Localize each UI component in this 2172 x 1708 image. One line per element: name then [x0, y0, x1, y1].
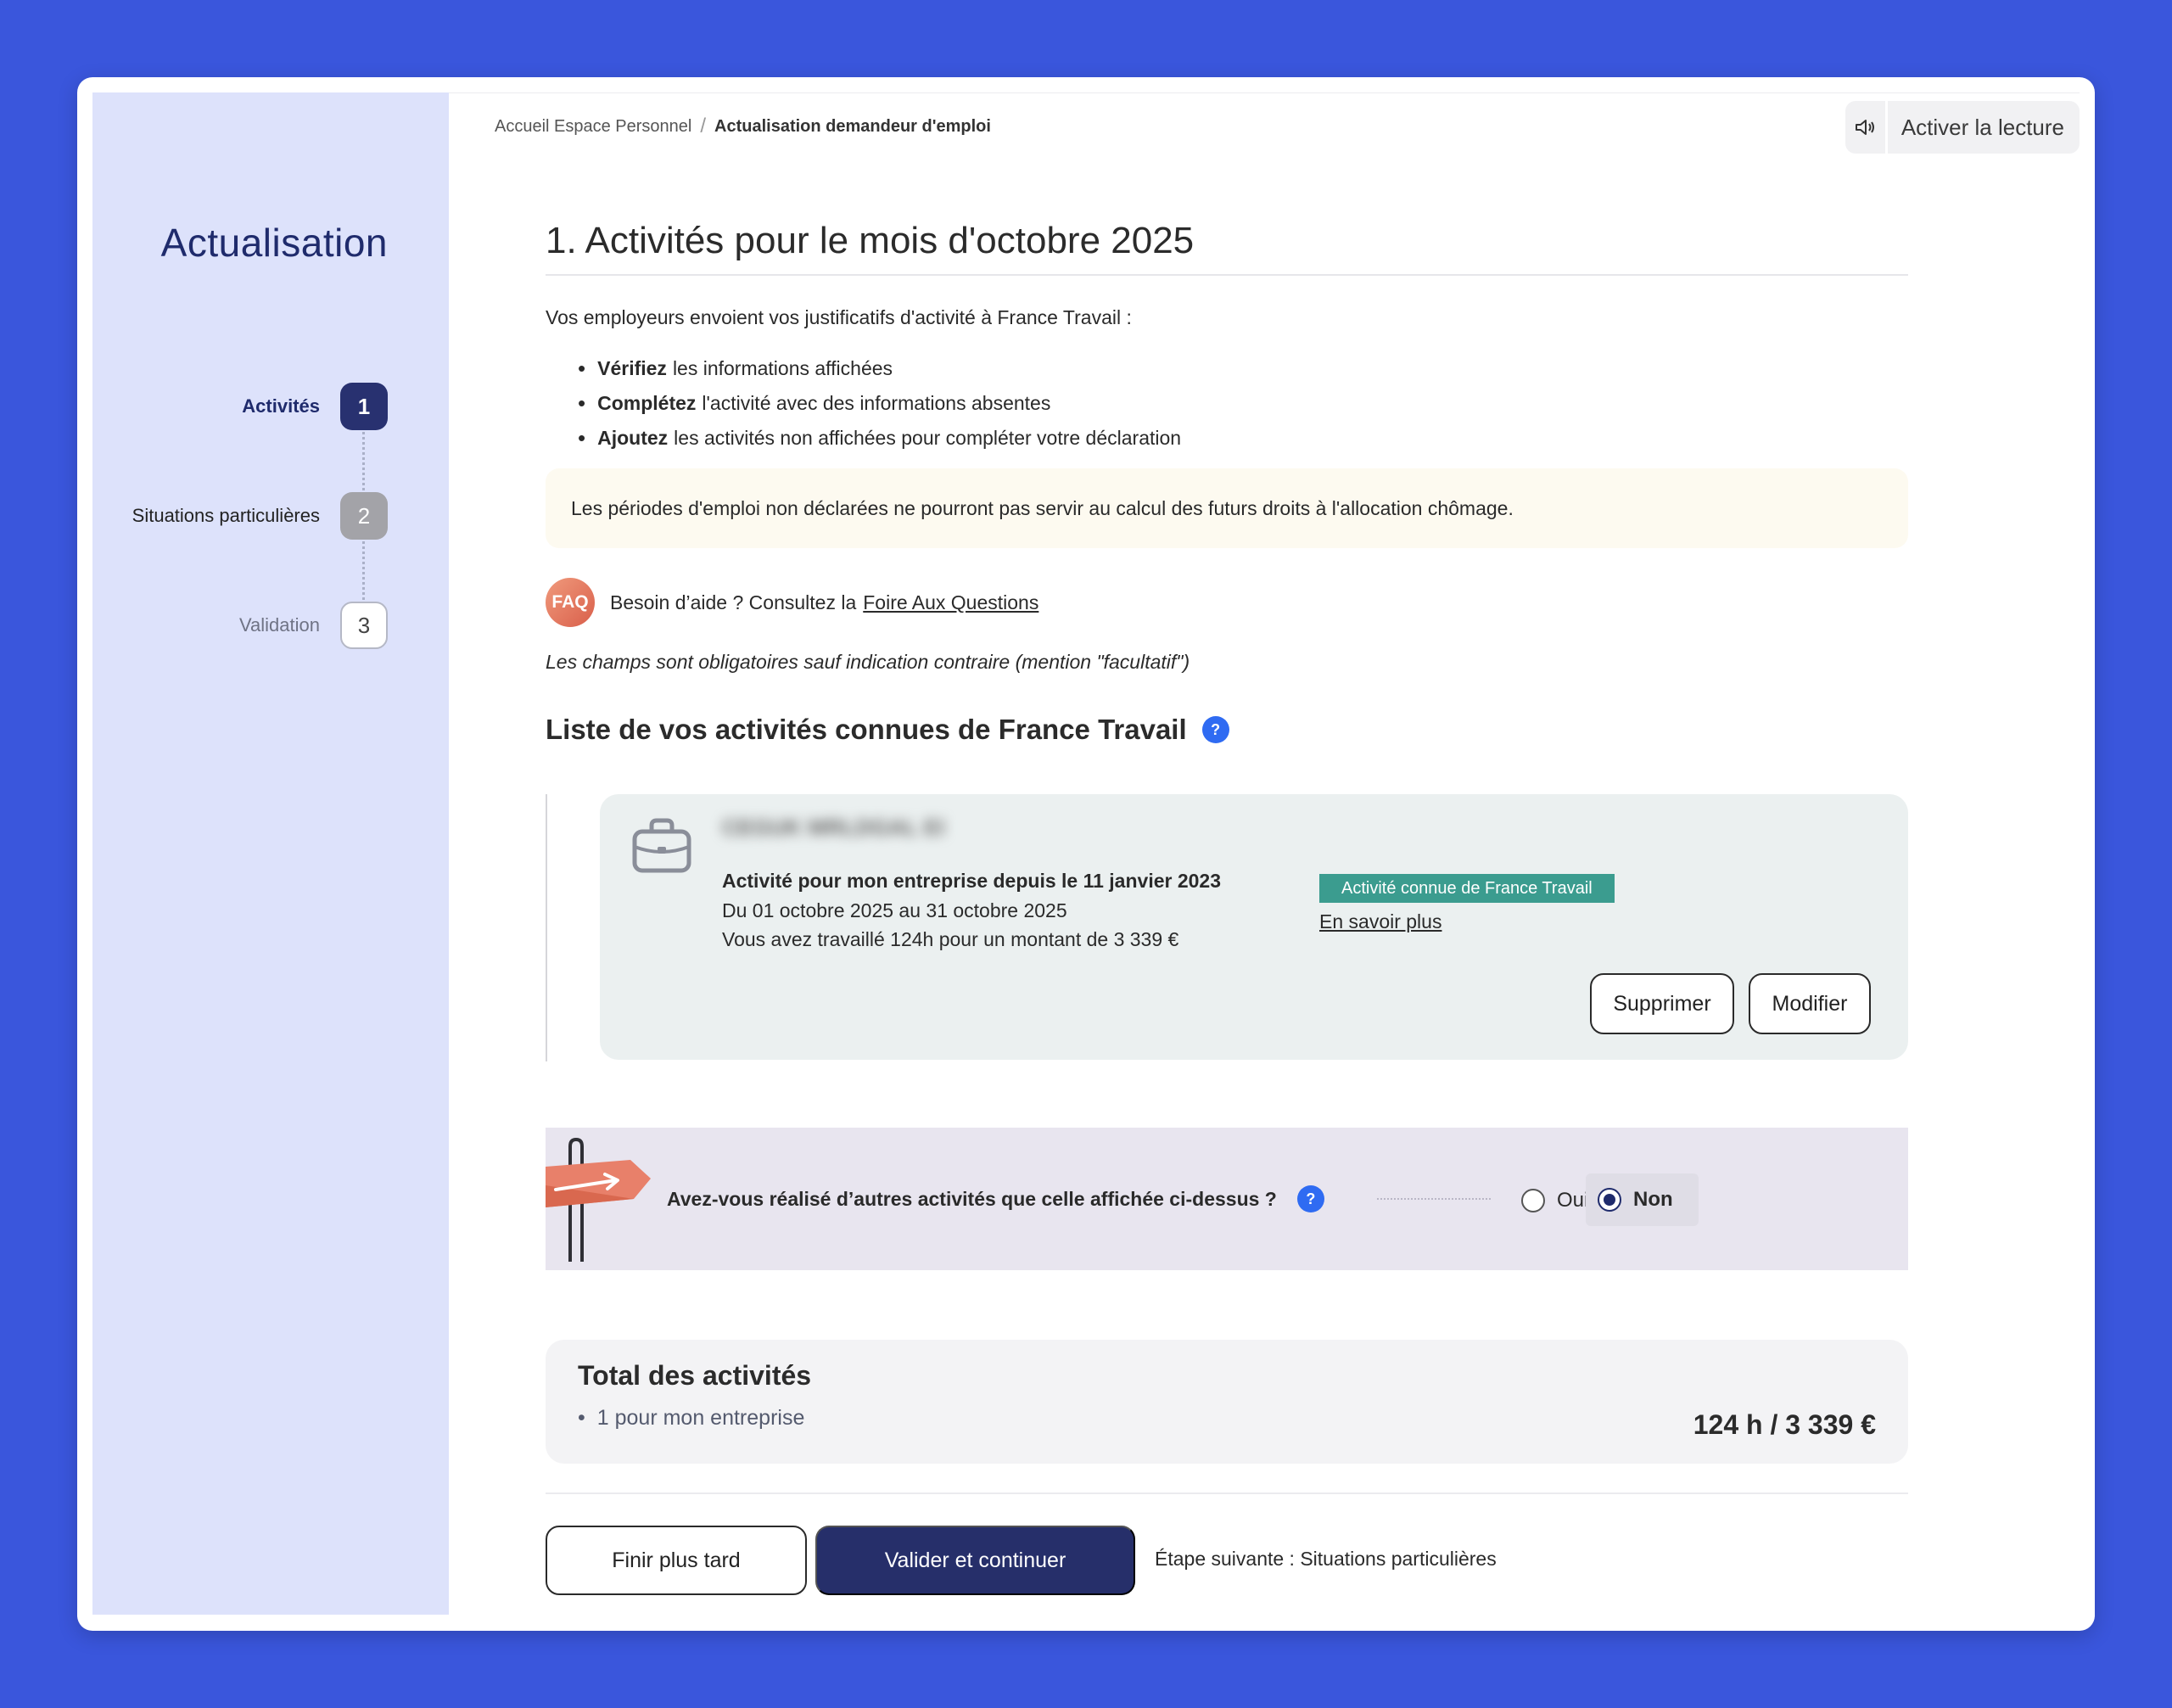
faq-link[interactable]: Foire Aux Questions	[863, 591, 1038, 614]
delete-button[interactable]: Supprimer	[1590, 973, 1734, 1034]
activity-title: Activité pour mon entreprise depuis le 1…	[722, 870, 1222, 892]
radio-button-selected[interactable]	[1598, 1188, 1621, 1212]
read-aloud-label: Activer la lecture	[1900, 114, 2064, 140]
signpost-icon	[546, 1136, 652, 1268]
app-window: Actualisation Activités 1 Situations par…	[77, 77, 2095, 1631]
list-item: Vérifiezles informations affichées	[578, 351, 1181, 386]
step-connector	[362, 541, 365, 600]
read-aloud-button[interactable]: Activer la lecture	[1845, 101, 2080, 154]
step-situations[interactable]: Situations particulières 2	[132, 492, 388, 540]
footer-divider	[546, 1492, 1908, 1494]
breadcrumb: Accueil Espace Personnel / Actualisation…	[495, 115, 991, 138]
breadcrumb-separator: /	[700, 115, 707, 137]
finish-later-button[interactable]: Finir plus tard	[546, 1526, 807, 1595]
total-value: 124 h / 3 339 €	[1693, 1409, 1876, 1440]
step-label: Activités	[242, 395, 320, 417]
step-label: Validation	[239, 614, 320, 636]
faq-text: Besoin d’aide ? Consultez la	[610, 591, 857, 613]
faq-help: FAQ Besoin d’aide ? Consultez la Foire A…	[546, 578, 1038, 627]
learn-more-link[interactable]: En savoir plus	[1319, 910, 1441, 933]
activity-amount: Vous avez travaillé 124h pour un montant…	[722, 928, 1179, 950]
faq-icon: FAQ	[546, 578, 595, 627]
intro-text: Vos employeurs envoient vos justificatif…	[546, 306, 1132, 328]
top-divider	[449, 92, 2080, 93]
speaker-icon	[1845, 101, 1888, 154]
employer-name: CEGUK MRLDGAL EI	[722, 815, 945, 840]
question-label: Avez-vous réalisé d’autres activités que…	[667, 1185, 1324, 1212]
warning-notice: Les périodes d'emploi non déclarées ne p…	[546, 468, 1908, 548]
status-badge: Activité connue de France Travail	[1319, 874, 1615, 903]
section-title-text: Liste de vos activités connues de France…	[546, 714, 1187, 745]
main-panel: Accueil Espace Personnel / Actualisation…	[449, 77, 2095, 1631]
step-label: Situations particulières	[132, 505, 320, 526]
step-activites[interactable]: Activités 1	[242, 383, 388, 430]
question-text: Avez-vous réalisé d’autres activités que…	[667, 1187, 1277, 1210]
sidebar-title: Actualisation	[160, 221, 388, 265]
activity-period: Du 01 octobre 2025 au 31 octobre 2025	[722, 899, 1067, 921]
breadcrumb-current: Actualisation demandeur d'emploi	[714, 116, 991, 136]
step-validation[interactable]: Validation 3	[239, 602, 388, 649]
step-connector	[362, 432, 365, 490]
activities-total: Total des activités 1 pour mon entrepris…	[546, 1340, 1908, 1464]
sidebar: Actualisation Activités 1 Situations par…	[92, 92, 449, 1615]
total-title: Total des activités	[578, 1360, 812, 1391]
instructions-list: Vérifiezles informations affichées Compl…	[578, 351, 1181, 456]
help-icon[interactable]: ?	[1201, 716, 1229, 743]
validate-continue-button[interactable]: Valider et continuer	[815, 1526, 1135, 1595]
edit-button[interactable]: Modifier	[1749, 973, 1871, 1034]
step-number: 3	[340, 602, 388, 649]
section-title: Liste de vos activités connues de France…	[546, 714, 1229, 746]
activity-card: CEGUK MRLDGAL EI Activité pour mon entre…	[600, 794, 1908, 1060]
briefcase-icon	[629, 813, 695, 883]
breadcrumb-home[interactable]: Accueil Espace Personnel	[495, 117, 691, 137]
radio-button[interactable]	[1521, 1189, 1545, 1212]
total-item: 1 pour mon entreprise	[578, 1406, 805, 1431]
list-item: Ajoutezles activités non affichées pour …	[578, 421, 1181, 456]
radio-oui[interactable]: Oui	[1521, 1179, 1588, 1223]
list-item: Complétezl'activité avec des information…	[578, 386, 1181, 421]
step-number: 2	[340, 492, 388, 540]
help-icon[interactable]: ?	[1296, 1185, 1324, 1212]
page-title: 1. Activités pour le mois d'octobre 2025	[546, 220, 1908, 276]
next-step-text: Étape suivante : Situations particulière…	[1155, 1548, 1497, 1570]
step-number: 1	[340, 383, 388, 430]
activity-list: CEGUK MRLDGAL EI Activité pour mon entre…	[546, 794, 1908, 1061]
other-activities-question: Avez-vous réalisé d’autres activités que…	[546, 1128, 1908, 1270]
dotted-leader	[1377, 1198, 1491, 1200]
radio-label: Oui	[1557, 1189, 1589, 1212]
mandatory-fields-note: Les champs sont obligatoires sauf indica…	[546, 651, 1190, 673]
radio-non[interactable]: Non	[1586, 1173, 1699, 1226]
radio-label: Non	[1633, 1188, 1673, 1211]
